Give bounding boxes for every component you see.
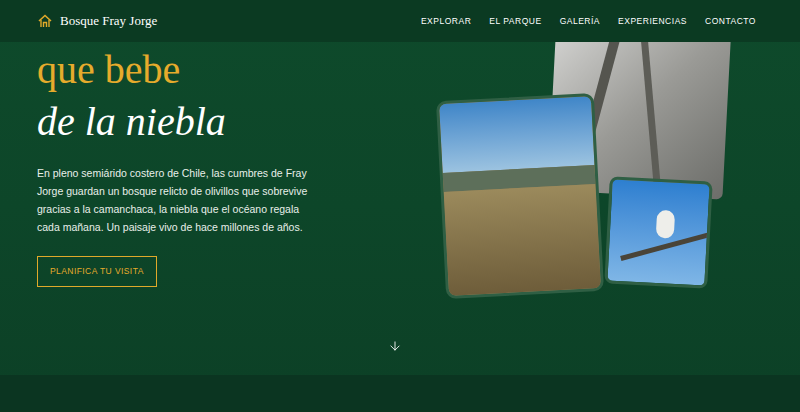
headline-line1: que bebe (37, 44, 337, 96)
bird-photo (604, 176, 712, 288)
nav-link[interactable]: EXPERIENCIAS (618, 15, 687, 28)
nav-link[interactable]: CONTACTO (705, 15, 756, 28)
nav-bar: Bosque Fray Jorge EXPLORAR EL PARQUE GALERÍ… (0, 0, 800, 42)
nav-link[interactable]: EL PARQUE (489, 15, 541, 28)
brand[interactable]: Bosque Fray Jorge (38, 11, 157, 31)
hero-text: que bebede la niebla En pleno semiárido c… (37, 42, 337, 375)
nav-links: EXPLORAR EL PARQUE GALERÍA EXPERIENCIAS CONT… (421, 15, 756, 28)
hero-paragraph: En pleno semiárido costero de Chile, las… (37, 164, 312, 236)
arrow-down-icon[interactable] (388, 339, 402, 353)
cta-button[interactable]: PLANIFICA TU VISITA (37, 256, 157, 287)
nav-link[interactable]: GALERÍA (560, 15, 600, 28)
hero: que bebede la niebla En pleno semiárido c… (0, 42, 800, 375)
headline: que bebede la niebla (37, 44, 337, 148)
page: Bosque Fray Jorge EXPLORAR EL PARQUE GALERÍ… (0, 0, 800, 412)
house-logo-icon (38, 14, 52, 28)
brand-name: Bosque Fray Jorge (60, 11, 157, 31)
headline-line2: de la niebla (37, 96, 337, 148)
photo-collage (435, 42, 735, 342)
nav-link[interactable]: EXPLORAR (421, 15, 471, 28)
landscape-photo (436, 93, 604, 299)
scroll-down[interactable] (388, 339, 402, 353)
next-section-strip (0, 375, 800, 412)
